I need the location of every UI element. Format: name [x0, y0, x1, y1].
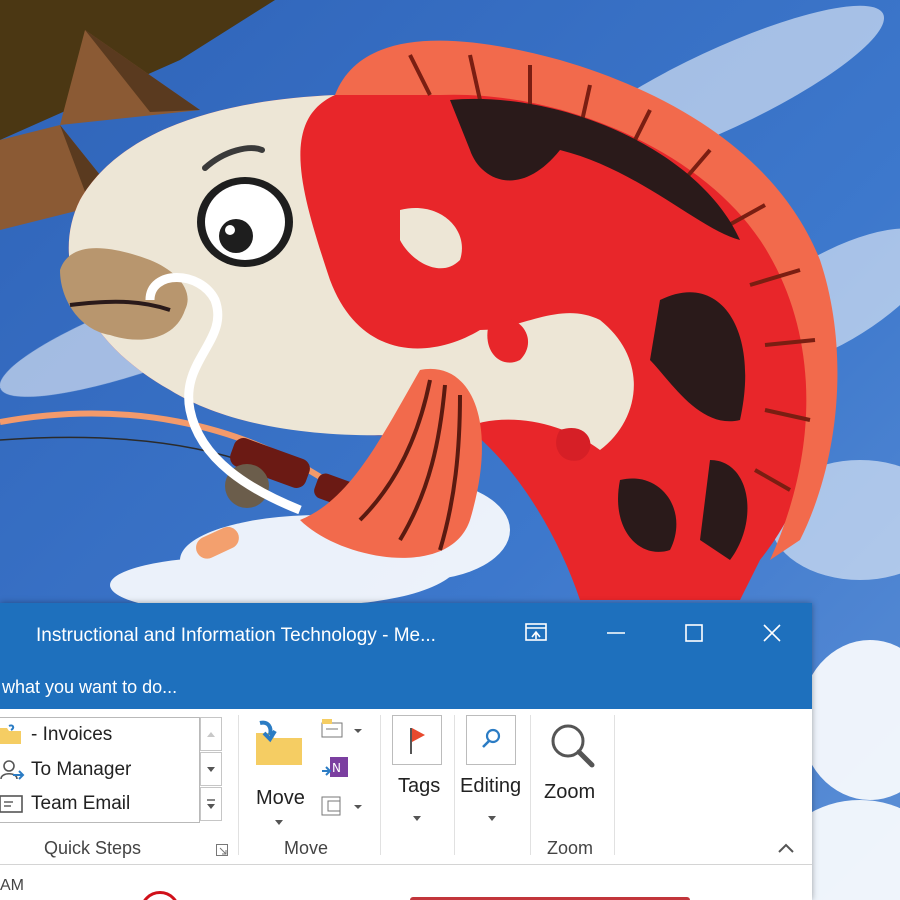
- search-icon: [466, 715, 516, 765]
- editing-label: Editing: [460, 775, 522, 797]
- maximize-icon[interactable]: [674, 617, 714, 649]
- close-icon[interactable]: [752, 617, 792, 649]
- scroll-down-button[interactable]: [200, 752, 222, 786]
- tags-label: Tags: [398, 775, 441, 797]
- outlook-window: Instructional and Information Technology…: [0, 603, 812, 900]
- flag-icon: [392, 715, 442, 765]
- quick-step-to-manager[interactable]: To Manager: [0, 753, 199, 787]
- group-divider: [380, 715, 381, 855]
- mail-icon: [0, 795, 23, 813]
- avatar: [140, 891, 180, 900]
- quick-step-label: - Invoices: [31, 724, 113, 745]
- folder-icon: [0, 724, 21, 744]
- ribbon: - Invoices To Manager Team Email Quick S…: [0, 709, 812, 865]
- quick-steps-gallery[interactable]: - Invoices To Manager Team Email: [0, 717, 200, 823]
- restore-ribbon-icon[interactable]: [516, 617, 556, 649]
- quick-steps-group-label: Quick Steps: [44, 838, 142, 858]
- svg-text:N: N: [332, 761, 341, 775]
- move-label: Move: [256, 787, 305, 809]
- zoom-button[interactable]: Zoom: [540, 715, 606, 825]
- tell-me-bar[interactable]: what you want to do...: [0, 665, 812, 709]
- zoom-group-label: Zoom: [547, 838, 594, 858]
- quick-step-invoices[interactable]: - Invoices: [0, 718, 199, 752]
- quick-step-team-email[interactable]: Team Email: [0, 787, 199, 821]
- dialog-launcher-icon[interactable]: [216, 843, 228, 861]
- rules-icon[interactable]: [320, 717, 364, 748]
- actions-icon[interactable]: [320, 793, 364, 824]
- move-button[interactable]: Move: [248, 715, 312, 835]
- scroll-up-button[interactable]: [200, 717, 222, 751]
- tags-button[interactable]: Tags: [390, 715, 446, 825]
- collapse-ribbon-icon[interactable]: [776, 841, 796, 860]
- group-divider: [614, 715, 615, 855]
- title-bar[interactable]: Instructional and Information Technology…: [0, 603, 812, 665]
- person-forward-icon: [0, 760, 25, 780]
- zoom-label: Zoom: [544, 781, 596, 803]
- move-group-label: Move: [284, 838, 329, 858]
- quick-step-label: Team Email: [31, 793, 131, 814]
- minimize-icon[interactable]: [596, 617, 636, 649]
- quick-step-label: To Manager: [31, 759, 132, 780]
- move-folder-icon: [256, 720, 302, 765]
- onenote-icon[interactable]: N: [322, 755, 352, 786]
- message-list-top: AM: [0, 865, 812, 900]
- group-divider: [238, 715, 239, 855]
- message-time: AM: [0, 877, 24, 894]
- expand-gallery-button[interactable]: [200, 787, 222, 821]
- tell-me-input[interactable]: what you want to do...: [2, 677, 177, 698]
- editing-button[interactable]: Editing: [460, 715, 526, 825]
- window-title: Instructional and Information Technology…: [36, 625, 436, 646]
- group-divider: [530, 715, 531, 855]
- group-divider: [454, 715, 455, 855]
- quick-steps-scroll: [200, 717, 222, 821]
- magnifier-icon: [551, 724, 595, 768]
